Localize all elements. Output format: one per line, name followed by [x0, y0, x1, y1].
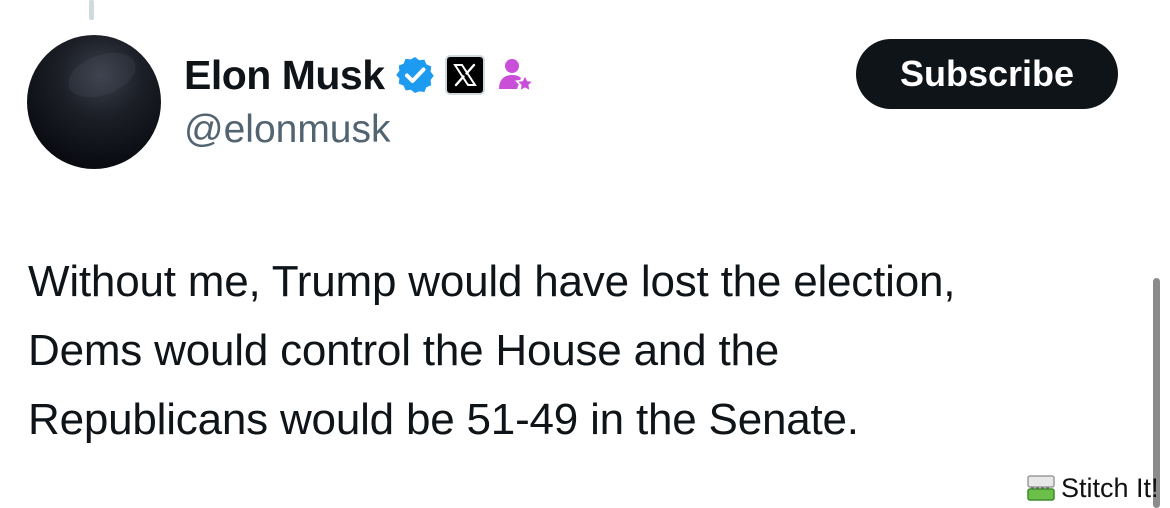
x-logo-icon[interactable]	[444, 55, 485, 95]
author-name-row: Elon Musk	[184, 50, 535, 100]
tweet-text-line: Republicans would be 51-49 in the Senate…	[28, 395, 859, 444]
tweet-text-line: Without me, Trump would have lost the el…	[28, 257, 956, 306]
avatar[interactable]	[27, 35, 161, 169]
tweet-text-line: Dems would control the House and the	[28, 326, 780, 375]
author-handle[interactable]: @elonmusk	[184, 107, 391, 153]
thread-connector-line	[89, 0, 94, 20]
display-name[interactable]: Elon Musk	[184, 50, 385, 100]
watermark: Stitch It!	[1027, 472, 1159, 504]
watermark-label: Stitch It!	[1061, 472, 1159, 503]
tweet-text: Without me, Trump would have lost the el…	[28, 247, 1138, 454]
subscribe-button[interactable]: Subscribe	[856, 39, 1118, 109]
person-star-icon[interactable]	[495, 55, 535, 95]
stitch-icon	[1027, 475, 1055, 501]
verified-badge-icon[interactable]	[395, 55, 435, 95]
